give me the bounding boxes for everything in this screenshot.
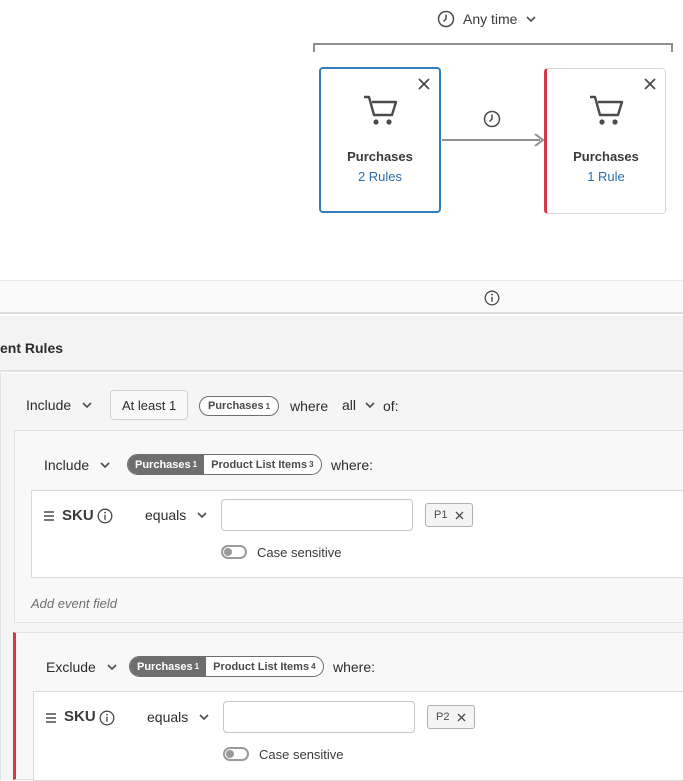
case-sensitive-toggle[interactable]	[223, 747, 249, 761]
sequence-arrow	[442, 139, 540, 141]
count-button[interactable]: At least 1	[110, 390, 189, 420]
of-label: of:	[383, 398, 399, 414]
clock-icon[interactable]	[483, 110, 501, 128]
event-path-seg-b: Product List Items 4	[213, 660, 316, 673]
block-mode-dropdown[interactable]: Exclude	[46, 659, 118, 675]
chevron-down-icon	[81, 399, 93, 411]
close-icon[interactable]	[417, 77, 431, 91]
sequence-card-1[interactable]: Purchases 2 Rules	[319, 67, 441, 213]
chevron-down-icon	[99, 459, 111, 471]
drag-handle-icon[interactable]	[43, 511, 55, 521]
quantifier-label: all	[342, 397, 357, 413]
value-input[interactable]	[223, 701, 415, 733]
field-name: SKU	[64, 708, 96, 725]
chevron-down-icon	[364, 399, 376, 411]
value-input[interactable]	[221, 499, 413, 531]
drag-handle-icon[interactable]	[45, 713, 57, 723]
sequence-bracket	[313, 43, 673, 52]
info-icon[interactable]	[97, 508, 113, 524]
exclude-rule-block: Exclude Purchases 1 Product List Items 4 w…	[13, 632, 683, 781]
add-event-field-link[interactable]: Add event field	[31, 596, 117, 611]
case-sensitive-label: Case sensitive	[257, 545, 342, 560]
field-name: SKU	[62, 507, 94, 524]
operator-label: equals	[145, 507, 187, 523]
value-chip-label: P2	[436, 711, 450, 723]
count-button-label: At least 1	[122, 397, 177, 413]
event-tag-sup: 1	[265, 401, 271, 411]
card-rules-link[interactable]: 1 Rule	[547, 169, 665, 184]
case-sensitive-label: Case sensitive	[259, 747, 344, 762]
event-path-pill[interactable]: Purchases 1 Product List Items 4	[129, 656, 324, 677]
shopping-cart-icon	[588, 93, 624, 127]
card-title: Purchases	[347, 149, 413, 164]
chevron-down-icon	[196, 509, 208, 521]
info-strip	[0, 280, 683, 314]
event-path-seg-a: Purchases 1	[130, 657, 207, 676]
where-label: where:	[331, 457, 374, 473]
where-label: where	[290, 398, 329, 414]
where-label: where:	[333, 659, 376, 675]
rules-header: ent Rules	[0, 316, 683, 372]
value-chip: P2	[427, 705, 476, 729]
operator-label: equals	[147, 709, 189, 725]
remove-chip-icon[interactable]	[455, 511, 464, 520]
event-tag-label: Purchases	[208, 400, 264, 412]
event-path-pill[interactable]: Purchases 1 Product List Items 3	[127, 454, 322, 475]
time-range-label: Any time	[463, 11, 518, 27]
card-title: Purchases	[573, 149, 639, 164]
sequence-card-2[interactable]: Purchases 1 Rule	[544, 68, 666, 214]
value-chip: P1	[425, 503, 474, 527]
chevron-down-icon	[106, 661, 118, 673]
block-mode-dropdown[interactable]: Include	[44, 457, 111, 473]
field-rule-row: SKU equals P2 Case sensitive	[33, 691, 683, 781]
card-rules-link[interactable]: 2 Rules	[321, 169, 439, 184]
block-mode-label: Exclude	[46, 659, 96, 675]
operator-dropdown[interactable]: equals	[147, 709, 210, 725]
shopping-cart-icon	[362, 93, 398, 127]
operator-dropdown[interactable]: equals	[145, 507, 208, 523]
clock-icon	[437, 10, 455, 28]
case-sensitive-toggle[interactable]	[221, 545, 247, 559]
event-tag-pill[interactable]: Purchases 1	[199, 396, 280, 416]
value-chip-label: P1	[434, 509, 448, 521]
block-mode-label: Include	[44, 457, 90, 473]
remove-chip-icon[interactable]	[457, 713, 466, 722]
info-icon[interactable]	[99, 710, 115, 726]
include-rule-block: Include Purchases 1 Product List Items 3 w…	[14, 430, 683, 623]
event-path-seg-b: Product List Items 3	[211, 458, 314, 471]
include-dropdown[interactable]: Include	[26, 397, 93, 413]
rules-panel: Include At least 1 Purchases 1 where all …	[0, 373, 683, 781]
event-path-seg-a: Purchases 1	[128, 455, 205, 474]
chevron-down-icon	[198, 711, 210, 723]
rules-header-title: ent Rules	[0, 340, 64, 356]
chevron-down-icon	[525, 13, 537, 25]
include-dropdown-label: Include	[26, 397, 72, 413]
field-rule-row: SKU equals P1 Case sensitive	[31, 490, 683, 578]
time-range-dropdown[interactable]: Any time	[437, 8, 537, 30]
info-icon[interactable]	[484, 290, 500, 306]
close-icon[interactable]	[643, 77, 657, 91]
quantifier-dropdown[interactable]: all	[342, 397, 376, 413]
